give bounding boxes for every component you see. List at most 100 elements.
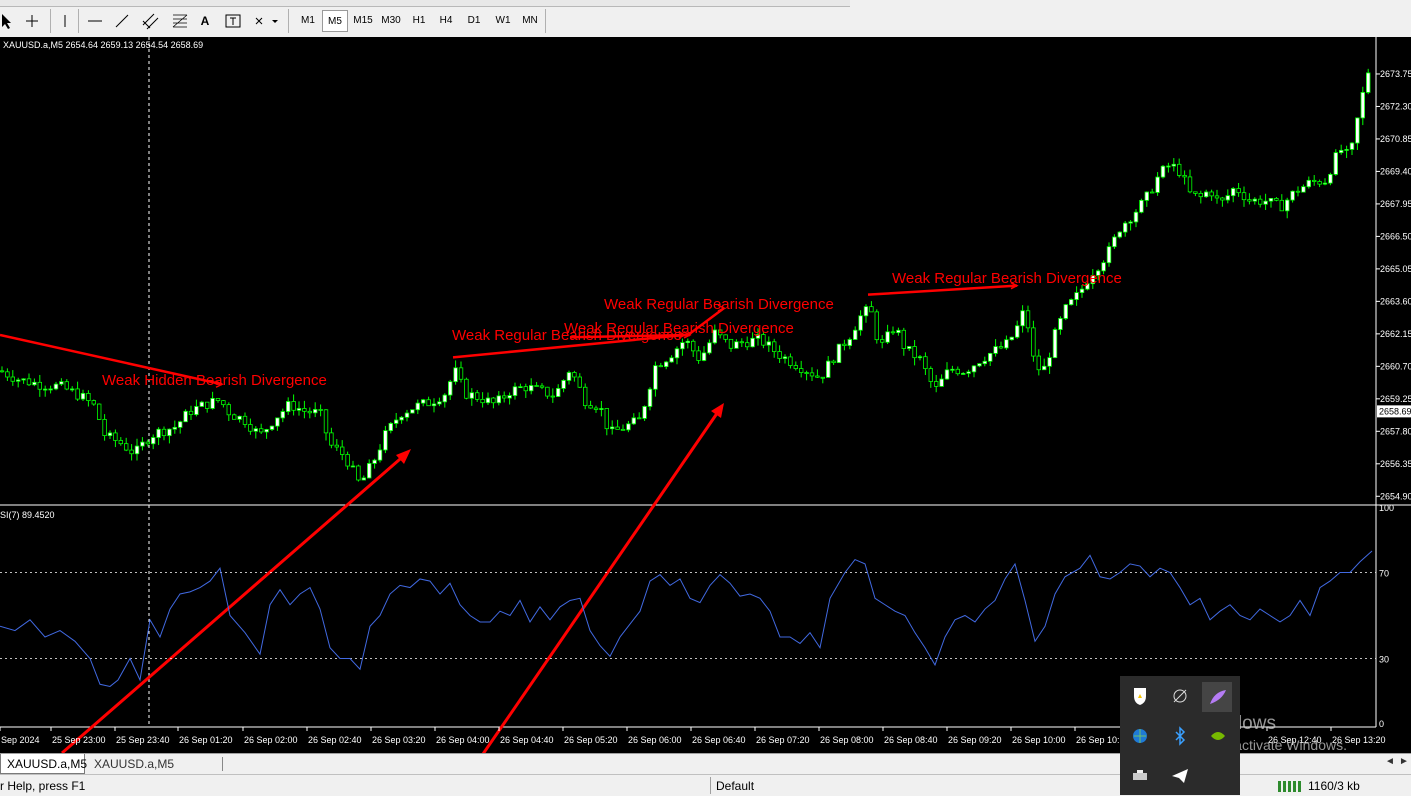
timeframe-d1[interactable]: D1: [461, 10, 487, 32]
candle-body: [1263, 200, 1268, 205]
time-tick-label: 26 Sep 06:40: [692, 735, 746, 745]
candle-body: [745, 342, 750, 348]
rsi-line: [0, 550, 1373, 687]
candle-body: [831, 360, 836, 364]
candle-body: [653, 365, 658, 390]
candle-body: [70, 388, 75, 391]
candle-body: [1009, 336, 1014, 341]
candle-body: [48, 388, 53, 391]
text-label-icon[interactable]: [222, 10, 244, 32]
candle-body: [1344, 149, 1349, 151]
candle-body: [426, 399, 431, 407]
arrows-icon[interactable]: [252, 10, 280, 32]
timeframe-m15[interactable]: M15: [350, 10, 376, 32]
candle-body: [1031, 327, 1036, 357]
candle-body: [1366, 72, 1371, 93]
chart-canvas[interactable]: 2673.75 2672.30 2670.85 2669.40 2667.95 2666.…: [0, 37, 1411, 753]
trendline-icon[interactable]: [112, 10, 132, 32]
shield-warning-icon[interactable]: [1128, 684, 1152, 708]
candle-body: [491, 397, 496, 404]
candle-body: [53, 383, 59, 390]
candle-body: [782, 356, 788, 359]
candle-body: [901, 329, 906, 349]
candle-body: [1128, 221, 1133, 224]
candle-body: [264, 429, 269, 433]
price-tick-label: 2654.90: [1380, 491, 1411, 501]
telegram-icon[interactable]: [1168, 764, 1192, 788]
candle-body: [534, 385, 539, 387]
candle-body: [32, 381, 37, 386]
tab-xauusd-m5[interactable]: XAUUSD.a,M5: [0, 754, 87, 774]
scroll-left-icon[interactable]: ◄: [1385, 756, 1395, 767]
candle-body: [1339, 149, 1344, 154]
timeframe-w1[interactable]: W1: [490, 10, 516, 32]
candle-body: [334, 444, 339, 448]
vertical-line-icon[interactable]: [58, 10, 72, 32]
fibonacci-icon[interactable]: [170, 10, 190, 32]
candle-body: [350, 465, 356, 468]
candle-body: [1360, 92, 1365, 119]
candle-body: [604, 408, 609, 430]
price-tick-label: 2656.35: [1380, 459, 1411, 469]
candle-body: [599, 408, 604, 410]
time-tick-label: 26 Sep 10:: [1076, 735, 1120, 745]
timeframe-m30[interactable]: M30: [378, 10, 404, 32]
candle-body: [917, 356, 923, 359]
candle-body: [1047, 357, 1052, 367]
candle-body: [129, 449, 134, 455]
scroll-right-icon[interactable]: ►: [1399, 756, 1409, 767]
nvidia-icon[interactable]: [1206, 724, 1230, 748]
candle-body: [793, 365, 798, 369]
candle-body: [177, 421, 183, 428]
timeframe-h1[interactable]: H1: [406, 10, 432, 32]
candle-body: [447, 381, 453, 396]
candle-body: [561, 380, 566, 389]
text-icon[interactable]: A: [197, 10, 213, 32]
candle-body: [1290, 190, 1295, 201]
candle-body: [1042, 365, 1047, 371]
candle-body: [1301, 186, 1306, 193]
crosshair-icon[interactable]: [22, 10, 42, 32]
feather-icon[interactable]: [1202, 682, 1232, 712]
candle-body: [37, 381, 42, 390]
candle-body: [826, 360, 831, 378]
toolbar-separator: [545, 9, 546, 33]
candle-body: [118, 440, 123, 445]
tab-xauusd-m5-visual[interactable]: XAUUSD.a,M5 (visual): [88, 754, 218, 791]
horizontal-line-icon[interactable]: [85, 10, 105, 32]
candle-body: [1106, 246, 1112, 264]
time-tick-label: 25 Sep 23:00: [52, 735, 106, 745]
candle-body: [145, 441, 150, 445]
chart-header-label: XAUUSD.a,M5 2654.64 2659.13 2654.54 2658…: [3, 40, 203, 50]
candle-body: [1144, 191, 1149, 201]
timeframe-mn[interactable]: MN: [517, 10, 543, 32]
candle-body: [545, 386, 550, 397]
candle-body: [1279, 199, 1284, 212]
candle-body: [869, 306, 874, 313]
candle-body: [469, 392, 474, 399]
timeframe-m1[interactable]: M1: [295, 10, 321, 32]
network-icon[interactable]: [1168, 684, 1192, 708]
candle-body: [923, 356, 928, 370]
candle-body: [415, 402, 420, 411]
candle-body: [890, 331, 896, 334]
globe-icon[interactable]: [1128, 724, 1152, 748]
channel-icon[interactable]: [140, 10, 162, 32]
candle-body: [307, 410, 312, 414]
candle-body: [269, 425, 275, 430]
price-chart-window[interactable]: 2673.75 2672.30 2670.85 2669.40 2667.95 2666.…: [0, 37, 1411, 753]
candle-body: [588, 405, 593, 409]
timeframe-m5[interactable]: M5: [322, 10, 348, 32]
candle-body: [1252, 198, 1257, 202]
usb-icon[interactable]: [1128, 764, 1152, 788]
bluetooth-icon[interactable]: [1168, 724, 1192, 748]
candle-body: [734, 341, 739, 349]
candle-body: [199, 401, 204, 407]
candle-body: [1150, 191, 1155, 194]
time-tick-label: 26 Sep 08:00: [820, 735, 874, 745]
cursor-icon[interactable]: [0, 10, 14, 32]
timeframe-h4[interactable]: H4: [433, 10, 459, 32]
status-traffic: 1160/3 kb: [1308, 779, 1360, 793]
candle-body: [221, 400, 226, 406]
candle-body: [1209, 191, 1214, 197]
